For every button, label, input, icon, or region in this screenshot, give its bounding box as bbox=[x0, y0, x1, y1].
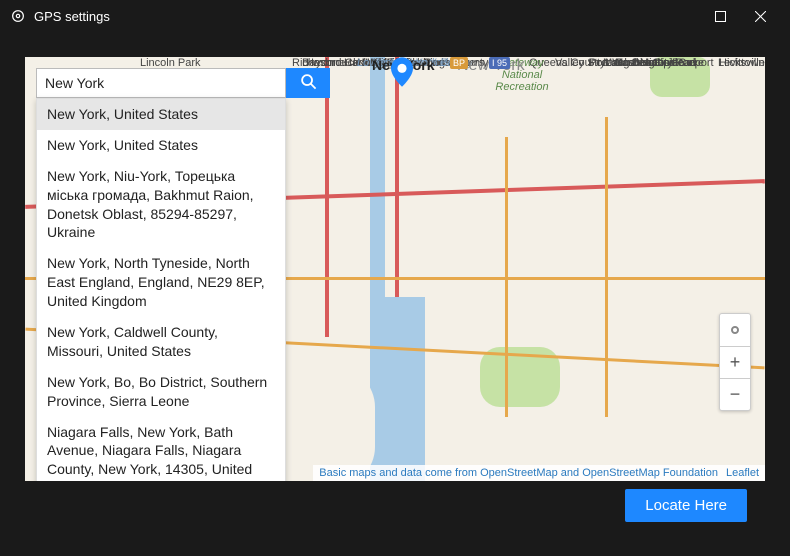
locate-here-button[interactable]: Locate Here bbox=[625, 489, 747, 522]
suggestion-item[interactable]: Niagara Falls, New York, Bath Avenue, Ni… bbox=[37, 417, 285, 481]
map-shield: BP bbox=[450, 57, 468, 69]
suggestion-item[interactable]: New York, United States bbox=[37, 99, 285, 130]
search-input[interactable] bbox=[36, 68, 286, 98]
bottom-bar: Locate Here bbox=[25, 481, 765, 529]
map-marker-icon[interactable] bbox=[391, 57, 413, 87]
suggestion-item[interactable]: New York, North Tyneside, North East Eng… bbox=[37, 248, 285, 317]
close-button[interactable] bbox=[740, 0, 780, 32]
search-suggestions: New York, United States New York, United… bbox=[36, 98, 286, 481]
content-area: Yonkers Bergenfield Hackensack Hasbrouck… bbox=[0, 32, 790, 556]
suggestion-item[interactable]: New York, Caldwell County, Missouri, Uni… bbox=[37, 317, 285, 367]
map-attribution: Basic maps and data come from OpenStreet… bbox=[313, 465, 765, 481]
titlebar: GPS settings bbox=[0, 0, 790, 32]
suggestion-item[interactable]: New York, United States bbox=[37, 130, 285, 161]
map-label: Long Beach bbox=[605, 57, 664, 69]
suggestion-item[interactable]: New York, Niu-York, Торецька міська гром… bbox=[37, 161, 285, 249]
attribution-brand[interactable]: Leaflet bbox=[726, 467, 759, 479]
map-canvas[interactable]: Yonkers Bergenfield Hackensack Hasbrouck… bbox=[25, 57, 765, 481]
search-bar bbox=[36, 68, 330, 98]
maximize-button[interactable] bbox=[700, 0, 740, 32]
locate-me-button[interactable] bbox=[720, 314, 750, 346]
zoom-in-button[interactable]: + bbox=[720, 346, 750, 378]
app-window: GPS settings bbox=[0, 0, 790, 556]
attribution-text[interactable]: Basic maps and data come from OpenStreet… bbox=[319, 467, 718, 479]
zoom-out-button[interactable]: − bbox=[720, 378, 750, 410]
location-icon bbox=[10, 8, 26, 24]
search-button[interactable] bbox=[286, 68, 330, 98]
zoom-control: + − bbox=[719, 313, 751, 411]
suggestion-item[interactable]: New York, Bo, Bo District, Southern Prov… bbox=[37, 367, 285, 417]
map-label: Levittown bbox=[718, 57, 764, 69]
window-title: GPS settings bbox=[34, 9, 110, 24]
map-shield: I 95 bbox=[489, 57, 510, 69]
search-icon bbox=[300, 73, 317, 93]
